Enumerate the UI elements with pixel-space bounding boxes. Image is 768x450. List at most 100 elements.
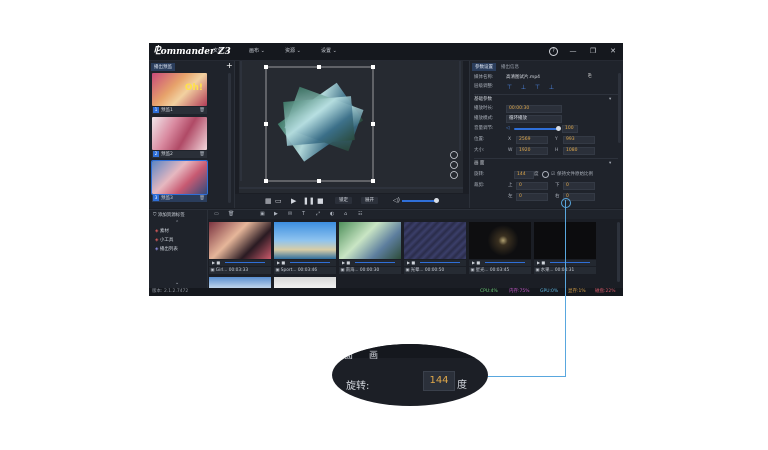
cpu-usage: CPU:4% [480, 289, 498, 294]
rotate-reset-icon[interactable] [542, 171, 549, 178]
zoom-callout: 面 画 旋转: 144 度 [332, 344, 488, 406]
callout-partial-label: 画 [369, 351, 379, 361]
align-bottom-icon[interactable]: ⊥ [548, 84, 555, 91]
volume-label: 音量调节: [474, 126, 494, 131]
preview-thumbnail[interactable] [151, 160, 208, 195]
pause-icon[interactable]: ❚❚ [303, 197, 315, 205]
play-mode-label: 播放模式: [474, 116, 494, 121]
monitor-icon[interactable]: ▭ [275, 197, 282, 205]
folder-icon[interactable]: ▭ [214, 211, 219, 218]
menu-file[interactable]: 文件 ⌄ [213, 48, 229, 55]
play-mode-select[interactable]: 循环播放 [506, 115, 562, 123]
keep-ratio-checkbox[interactable]: ☑ [551, 172, 555, 178]
grid-icon[interactable]: ▦ [265, 197, 272, 205]
tab-preview-monitor[interactable]: 播出预监 [151, 63, 175, 71]
volume-input[interactable]: 100 [562, 125, 578, 133]
align-top-icon[interactable]: ⊤ [534, 84, 541, 91]
minimize-button[interactable]: — [568, 47, 578, 55]
clip-thumbnail[interactable] [469, 222, 531, 259]
expand-icon[interactable]: ⤢ [316, 211, 320, 218]
position-label: 位置: [474, 137, 485, 142]
collapse-icon[interactable]: ▾ [609, 97, 611, 103]
clip-playbar[interactable]: ▶ ■ [274, 260, 336, 266]
trash-icon[interactable]: 🗑 [199, 195, 205, 202]
add-preview-button[interactable]: + [226, 61, 233, 70]
menu-resource[interactable]: 资源 ⌄ [285, 48, 301, 55]
clip-label: ▣ 星光... 00:03:45 [469, 267, 531, 274]
volume-slider-knob[interactable] [556, 126, 561, 131]
preview-area: ▦ ▭ ▶ ❚❚ ■ 锁定 展开 ◁) [235, 61, 469, 208]
callout-connector [486, 376, 566, 377]
mail-icon[interactable]: ✉ [288, 211, 292, 218]
volume-knob[interactable] [434, 198, 439, 203]
rotated-media-layer[interactable] [239, 61, 463, 193]
rotate-input[interactable]: 144 [514, 171, 534, 179]
menu-settings[interactable]: 设置 ⌄ [321, 48, 337, 55]
crop-bottom-label: 下 [555, 183, 560, 188]
play-time-input[interactable]: 00:00:30 [506, 105, 562, 113]
audio-icon[interactable]: ◐ [330, 211, 334, 218]
crop-bottom-input[interactable]: 0 [563, 182, 595, 190]
crop-top-input[interactable]: 0 [516, 182, 548, 190]
menu-canvas[interactable]: 画布 ⌄ [249, 48, 265, 55]
clip-playbar[interactable]: ▶ ■ [469, 260, 531, 266]
delete-icon[interactable]: 🗑 [228, 211, 234, 218]
volume-icon[interactable]: ◁) [393, 197, 400, 204]
speaker-icon[interactable]: ◁ [506, 126, 509, 132]
pos-y-input[interactable]: 993 [563, 136, 595, 144]
clip-playbar[interactable]: ▶ ■ [209, 260, 271, 266]
text-icon[interactable]: T [302, 211, 305, 218]
tab-parameters[interactable]: 参数设置 [472, 63, 496, 71]
expand-button[interactable]: 展开 [361, 197, 378, 204]
stop-icon[interactable]: ■ [317, 197, 324, 205]
maximize-button[interactable]: ❐ [588, 47, 598, 55]
clip-playbar[interactable]: ▶ ■ [339, 260, 401, 266]
resource-item[interactable]: ◈ 素材 [155, 228, 169, 234]
size-w-input[interactable]: 1920 [516, 147, 548, 155]
resource-item[interactable]: ◈ 小工具 [155, 237, 173, 243]
scrollbar[interactable] [617, 222, 620, 282]
tab-broadcast-info[interactable]: 播出信息 [498, 63, 522, 71]
media-name-label: 媒体名称: [474, 75, 494, 80]
resource-toolbar: ▭ 🗑 ▣ ▶ ✉ T ⤢ ◐ ⌂ ☷ [208, 210, 623, 219]
crop-left-input[interactable]: 0 [516, 193, 548, 201]
preview-item[interactable]: 2 预监2 🗑 [152, 151, 207, 158]
help-button[interactable]: ? [549, 47, 558, 56]
scrollbar[interactable] [618, 73, 621, 143]
preview-item[interactable]: 1 预监1 🗑 [152, 107, 207, 114]
trash-icon[interactable]: 🗑 [199, 107, 205, 114]
align-left-icon[interactable]: ⊤ [506, 84, 513, 91]
preview-thumbnail[interactable]: Oh! [152, 73, 207, 106]
preview-canvas[interactable] [239, 61, 463, 193]
clip-label: ▣ 南海... 00:00:30 [339, 267, 401, 274]
size-h-input[interactable]: 1080 [563, 147, 595, 155]
scroll-up-icon[interactable]: ⌃ [175, 220, 179, 226]
clip-thumbnail[interactable] [209, 222, 271, 259]
trash-icon[interactable]: 🗑 [199, 151, 205, 158]
lock-button[interactable]: 锁定 [335, 197, 352, 204]
memory-usage: 内存:75% [509, 289, 530, 294]
close-button[interactable]: ✕ [608, 47, 618, 55]
video-icon[interactable]: ▶ [274, 211, 278, 218]
volume-slider[interactable] [402, 200, 436, 202]
web-icon[interactable]: ⌂ [344, 211, 347, 218]
collapse-icon[interactable]: ▾ [609, 161, 611, 167]
stream-icon[interactable]: ☷ [358, 211, 362, 218]
scroll-down-icon[interactable]: ⌄ [175, 280, 179, 286]
clip-playbar[interactable]: ▶ ■ [404, 260, 466, 266]
add-resource-tag-button[interactable]: ⛉ 添加资源标签 [153, 212, 185, 218]
pos-x-input[interactable]: 2569 [516, 136, 548, 144]
preview-thumbnail[interactable] [152, 117, 207, 150]
clip-thumbnail[interactable] [339, 222, 401, 259]
preview-list-panel: 播出预监 + Oh! 1 预监1 🗑 2 预监2 🗑 3 预监3 🗑 [149, 61, 235, 208]
scrollbar[interactable] [228, 73, 231, 203]
play-icon[interactable]: ▶ [291, 197, 296, 205]
volume-slider-fill[interactable] [514, 128, 558, 130]
clip-thumbnail[interactable] [274, 222, 336, 259]
clip-thumbnail[interactable] [404, 222, 466, 259]
link-icon[interactable]: ⎘ [588, 74, 592, 80]
align-center-icon[interactable]: ⊥ [520, 84, 527, 91]
preview-item-selected[interactable]: 3 预监3 🗑 [152, 195, 207, 202]
image-icon[interactable]: ▣ [260, 211, 265, 218]
resource-item[interactable]: ◈ 播出列表 [155, 246, 178, 252]
